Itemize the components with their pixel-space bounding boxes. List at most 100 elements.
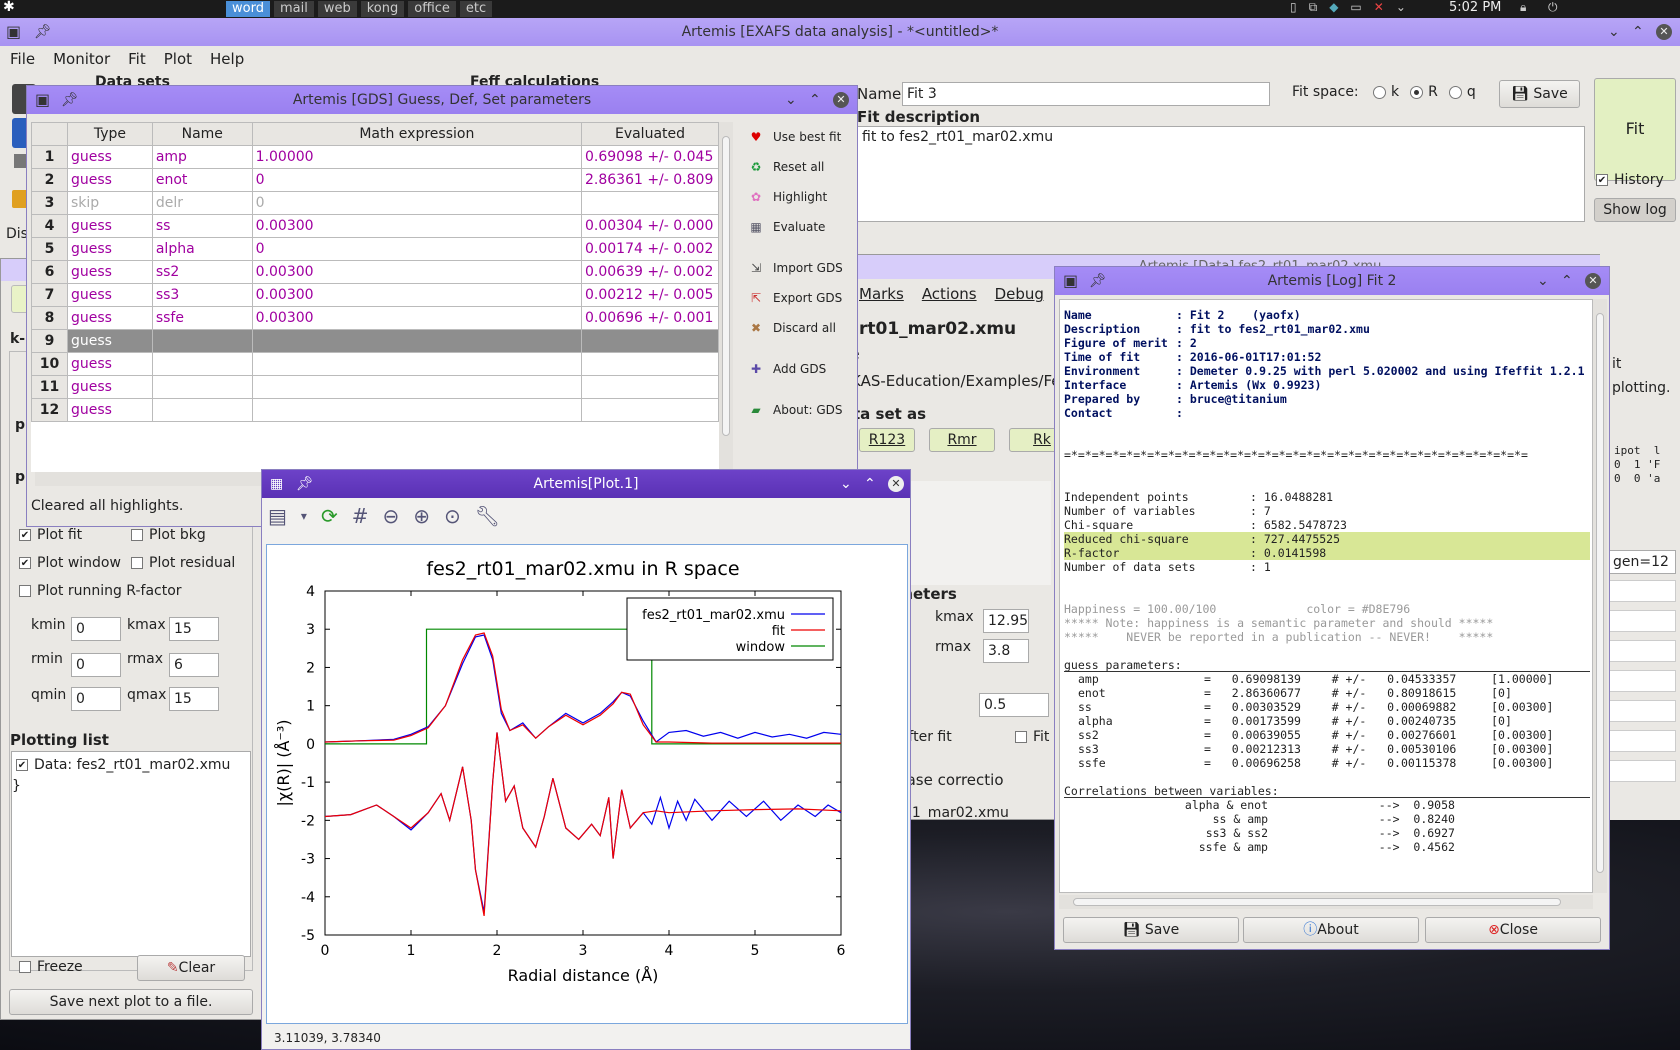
gds-button-add-gds[interactable]: ✚ Add GDS	[741, 354, 857, 384]
close-button[interactable]: ✕	[888, 470, 904, 498]
scroll-thumb[interactable]	[722, 136, 730, 436]
gds-cell-eval[interactable]: 0.00304 +/- 0.000	[580, 214, 719, 238]
plot-residual-checkbox[interactable]: Plot residual	[131, 555, 235, 571]
table-row[interactable]: 2 guess enot 0 2.86361 +/- 0.809	[31, 168, 719, 192]
gds-cell-expr[interactable]: 0	[251, 168, 582, 192]
plot-r123-button[interactable]: R123	[859, 428, 915, 452]
gds-button-evaluate[interactable]: ▦ Evaluate	[741, 212, 857, 242]
row-number[interactable]: 2	[31, 168, 68, 192]
power-icon[interactable]: ⏻	[1548, 0, 1558, 15]
rmax-input[interactable]: 6	[169, 653, 219, 677]
wrench-icon[interactable]: 🔧︎	[475, 504, 500, 528]
gds-cell-type[interactable]: skip	[66, 191, 153, 215]
list-item[interactable]: ✔ Data: fes2_rt01_mar02.xmu	[12, 752, 250, 778]
zoom-in-icon[interactable]: ⊕	[413, 504, 430, 528]
qmin-input[interactable]: 0	[71, 687, 121, 711]
gds-cell-name[interactable]: ss	[151, 214, 253, 238]
gds-cell-type[interactable]: guess	[66, 375, 153, 399]
workspace-tag-kong[interactable]: kong	[360, 1, 405, 17]
table-row[interactable]: 12 guess	[31, 398, 719, 422]
workspace-tag-web[interactable]: web	[317, 1, 357, 17]
right-field[interactable]	[1608, 640, 1676, 662]
data-rmax-input[interactable]: 3.8	[983, 639, 1029, 663]
zoom-fit-icon[interactable]: ⊙	[444, 504, 461, 528]
row-number[interactable]: 9	[31, 329, 68, 353]
fit-space-k[interactable]: k	[1368, 84, 1399, 100]
row-number[interactable]: 7	[31, 283, 68, 307]
gds-cell-expr[interactable]: 0.00300	[251, 283, 582, 307]
log-text[interactable]: Name: Fit 2 (yaofx) Description: fit to f…	[1059, 299, 1593, 893]
right-field[interactable]	[1608, 670, 1676, 692]
minimize-button[interactable]: ⌄	[840, 470, 852, 498]
table-row[interactable]: 8 guess ssfe 0.00300 0.00696 +/- 0.001	[31, 306, 719, 330]
table-row[interactable]: 3 skip delr 0	[31, 191, 719, 215]
row-number[interactable]: 1	[31, 145, 68, 169]
gen-input[interactable]: gen=12	[1608, 550, 1676, 574]
gds-grid[interactable]: Type Name Math expression Evaluated 1 gue…	[31, 122, 719, 472]
gds-button-import-gds[interactable]: ⇲ Import GDS	[741, 253, 857, 283]
row-number[interactable]: 3	[31, 191, 68, 215]
gds-icon[interactable]	[14, 154, 26, 168]
lock-icon[interactable]: 🔒︎	[1520, 0, 1526, 15]
gds-cell-name[interactable]: ss2	[151, 260, 253, 284]
fit-description-input[interactable]: fit to fes2_rt01_mar02.xmu	[857, 126, 1585, 222]
row-number[interactable]: 11	[31, 375, 68, 399]
rmin-input[interactable]: 0	[71, 653, 121, 677]
gds-button-reset-all[interactable]: ♻ Reset all	[741, 152, 857, 182]
menu-file[interactable]: File	[10, 46, 35, 72]
right-field[interactable]	[1608, 700, 1676, 722]
workspace-tag-etc[interactable]: etc	[459, 1, 493, 17]
gds-cell-name[interactable]: enot	[151, 168, 253, 192]
other-input[interactable]: 0.5	[979, 693, 1049, 717]
gds-cell-expr[interactable]	[251, 398, 582, 422]
refresh-icon[interactable]: ⟳	[321, 504, 338, 528]
right-field[interactable]	[1608, 610, 1676, 632]
workspace-tag-office[interactable]: office	[408, 1, 456, 17]
gds-button-discard-all[interactable]: ✖ Discard all	[741, 313, 857, 343]
gds-cell-eval[interactable]: 0.00696 +/- 0.001	[580, 306, 719, 330]
gds-cell-name[interactable]: delr	[151, 191, 253, 215]
gds-cell-type[interactable]: guess	[66, 168, 153, 192]
plot-bkg-checkbox[interactable]: Plot bkg	[131, 527, 206, 543]
gds-cell-type[interactable]: guess	[66, 145, 153, 169]
gds-cell-name[interactable]: ss3	[151, 283, 253, 307]
workspace-tag-mail[interactable]: mail	[273, 1, 314, 17]
plot-rfactor-checkbox[interactable]: Plot running R-factor	[19, 583, 182, 599]
gds-cell-expr[interactable]: 0.00300	[251, 306, 582, 330]
plot-rmr-button[interactable]: Rmr	[929, 428, 995, 452]
row-number[interactable]: 5	[31, 237, 68, 261]
fit-button[interactable]: Fit	[1594, 78, 1676, 181]
log-hscrollbar[interactable]	[1059, 895, 1593, 909]
column-header-math[interactable]: Math expression	[251, 122, 582, 146]
chevron-down-icon[interactable]: ▾	[301, 509, 307, 523]
gds-button-about-gds[interactable]: ▰ About: GDS	[741, 395, 857, 425]
gds-cell-type[interactable]: guess	[66, 398, 153, 422]
freeze-checkbox[interactable]: Freeze	[19, 959, 83, 975]
data-menu-item[interactable]: Actions	[922, 285, 977, 303]
right-field[interactable]	[1608, 580, 1676, 602]
menu-monitor[interactable]: Monitor	[53, 46, 110, 72]
gds-cell-expr[interactable]: 0.00300	[251, 260, 582, 284]
row-number[interactable]: 10	[31, 352, 68, 376]
tray-icon[interactable]: ✕	[1374, 0, 1384, 15]
save-button[interactable]: 💾︎ Save	[1499, 80, 1580, 108]
tray-icon[interactable]: ▭	[1350, 0, 1361, 15]
data-path-field[interactable]: KAS-Education/Examples/FeS	[851, 367, 1071, 395]
gds-cell-type[interactable]: guess	[66, 237, 153, 261]
gds-cell-eval[interactable]	[580, 398, 719, 422]
close-button[interactable]: ✕	[833, 86, 849, 114]
maximize-button[interactable]: ⌃	[809, 86, 821, 114]
right-field[interactable]	[1608, 760, 1676, 782]
menu-plot[interactable]: Plot	[164, 46, 192, 72]
fit-name-input[interactable]: Fit 3	[902, 82, 1270, 106]
kmax-input[interactable]: 15	[169, 617, 219, 641]
workspace-tag-word[interactable]: word	[226, 1, 270, 17]
table-row[interactable]: 7 guess ss3 0.00300 0.00212 +/- 0.005	[31, 283, 719, 307]
gds-cell-type[interactable]: guess	[66, 260, 153, 284]
gds-cell-name[interactable]	[151, 398, 253, 422]
minimize-button[interactable]: ⌄	[1537, 267, 1549, 295]
gds-cell-expr[interactable]	[251, 352, 582, 376]
data-menu-item[interactable]: Debug	[995, 285, 1044, 303]
clear-button[interactable]: ✎Clear	[137, 955, 245, 981]
grid-icon[interactable]: #	[352, 504, 369, 528]
